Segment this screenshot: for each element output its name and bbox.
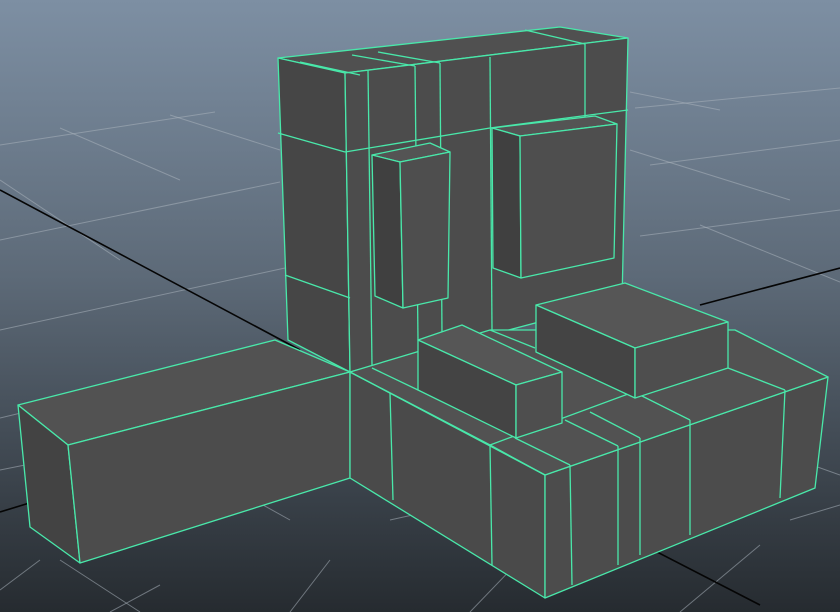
wall-block-right-side-face <box>491 127 522 279</box>
wall-block-right-front-face <box>519 123 618 279</box>
wall-block-right[interactable] <box>491 115 618 279</box>
back-wall-left-face <box>277 57 351 373</box>
wall-block-left-side-face <box>371 154 404 309</box>
wall-block-left[interactable] <box>371 142 451 309</box>
3d-viewport[interactable] <box>0 0 840 612</box>
viewport-canvas[interactable] <box>0 0 840 612</box>
wall-block-left-front-face <box>399 151 451 309</box>
